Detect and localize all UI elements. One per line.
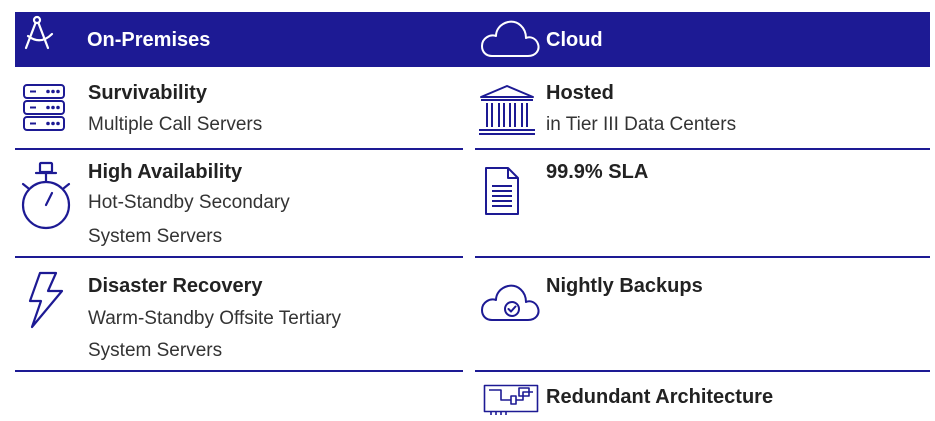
building-icon [477,83,537,137]
disaster-recovery-line-1: Warm-Standby Offsite Tertiary [88,308,342,329]
survivability-title: Survivability [88,82,207,104]
document-icon [484,166,520,216]
hosted-title: Hosted [546,82,614,104]
high-availability-line-1: Hot-Standby Secondary [88,192,290,213]
divider-left-1 [15,148,463,150]
high-availability-line-2: System Servers [88,226,223,247]
cloud-icon [478,16,542,60]
circuit-icon [483,384,539,416]
disaster-recovery-line-2: System Servers [88,340,223,361]
cloud-check-icon [478,278,542,324]
compass-icon [22,14,58,54]
divider-right-1 [475,148,930,150]
hosted-line-1: in Tier III Data Centers [546,114,737,135]
divider-right-3 [475,370,930,372]
divider-left-2 [15,256,463,258]
header-on-premises-label: On-Premises [87,29,211,51]
nightly-backups-title: Nightly Backups [546,275,703,297]
survivability-line-1: Multiple Call Servers [88,114,263,135]
stopwatch-icon [20,161,72,233]
sla-title: 99.9% SLA [546,161,649,183]
divider-left-3 [15,370,463,372]
server-icon [22,83,66,133]
divider-right-2 [475,256,930,258]
redundant-architecture-title: Redundant Architecture [546,386,774,408]
disaster-recovery-title: Disaster Recovery [88,275,263,297]
lightning-icon [26,271,68,329]
header-cloud-label: Cloud [546,29,603,51]
high-availability-title: High Availability [88,161,243,183]
